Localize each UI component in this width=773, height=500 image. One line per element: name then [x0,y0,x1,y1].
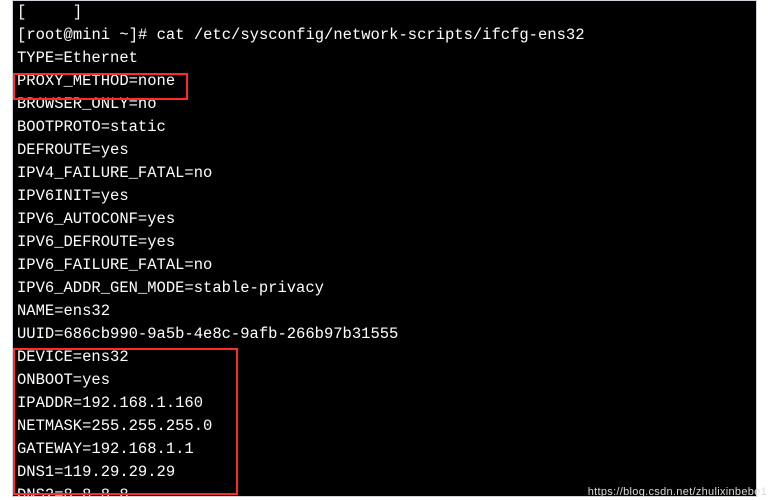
output-line: BROWSER_ONLY=no [17,93,756,116]
terminal-window[interactable]: [ .] [root@mini ~]# cat /etc/sysconfig/n… [12,0,757,497]
output-line: NAME=ens32 [17,300,756,323]
output-line: IPV6_ADDR_GEN_MODE=stable-privacy [17,277,756,300]
output-line: IPV6_DEFROUTE=yes [17,231,756,254]
output-line: GATEWAY=192.168.1.1 [17,438,756,461]
output-line: PROXY_METHOD=none [17,70,756,93]
command-text: cat /etc/sysconfig/network-scripts/ifcfg… [157,26,585,44]
output-line: IPV6INIT=yes [17,185,756,208]
truncated-line: [ .] [17,1,756,24]
output-line: DEFROUTE=yes [17,139,756,162]
output-line: DEVICE=ens32 [17,346,756,369]
output-line: IPV6_AUTOCONF=yes [17,208,756,231]
output-line: IPADDR=192.168.1.160 [17,392,756,415]
prompt-cwd: ~ [119,26,128,44]
watermark-text: https://blog.csdn.net/zhulixinbebe1 [588,486,767,498]
output-line: IPV6_FAILURE_FATAL=no [17,254,756,277]
output-line: TYPE=Ethernet [17,47,756,70]
prompt-line[interactable]: [root@mini ~]# cat /etc/sysconfig/networ… [17,24,756,47]
output-line: IPV4_FAILURE_FATAL=no [17,162,756,185]
prompt-symbol: # [138,26,147,44]
prompt-user: root [26,26,63,44]
output-line: UUID=686cb990-9a5b-4e8c-9afb-266b97b3155… [17,323,756,346]
output-line: NETMASK=255.255.255.0 [17,415,756,438]
output-line: DNS1=119.29.29.29 [17,461,756,484]
output-line: BOOTPROTO=static [17,116,756,139]
prompt-host: mini [73,26,110,44]
output-line: ONBOOT=yes [17,369,756,392]
